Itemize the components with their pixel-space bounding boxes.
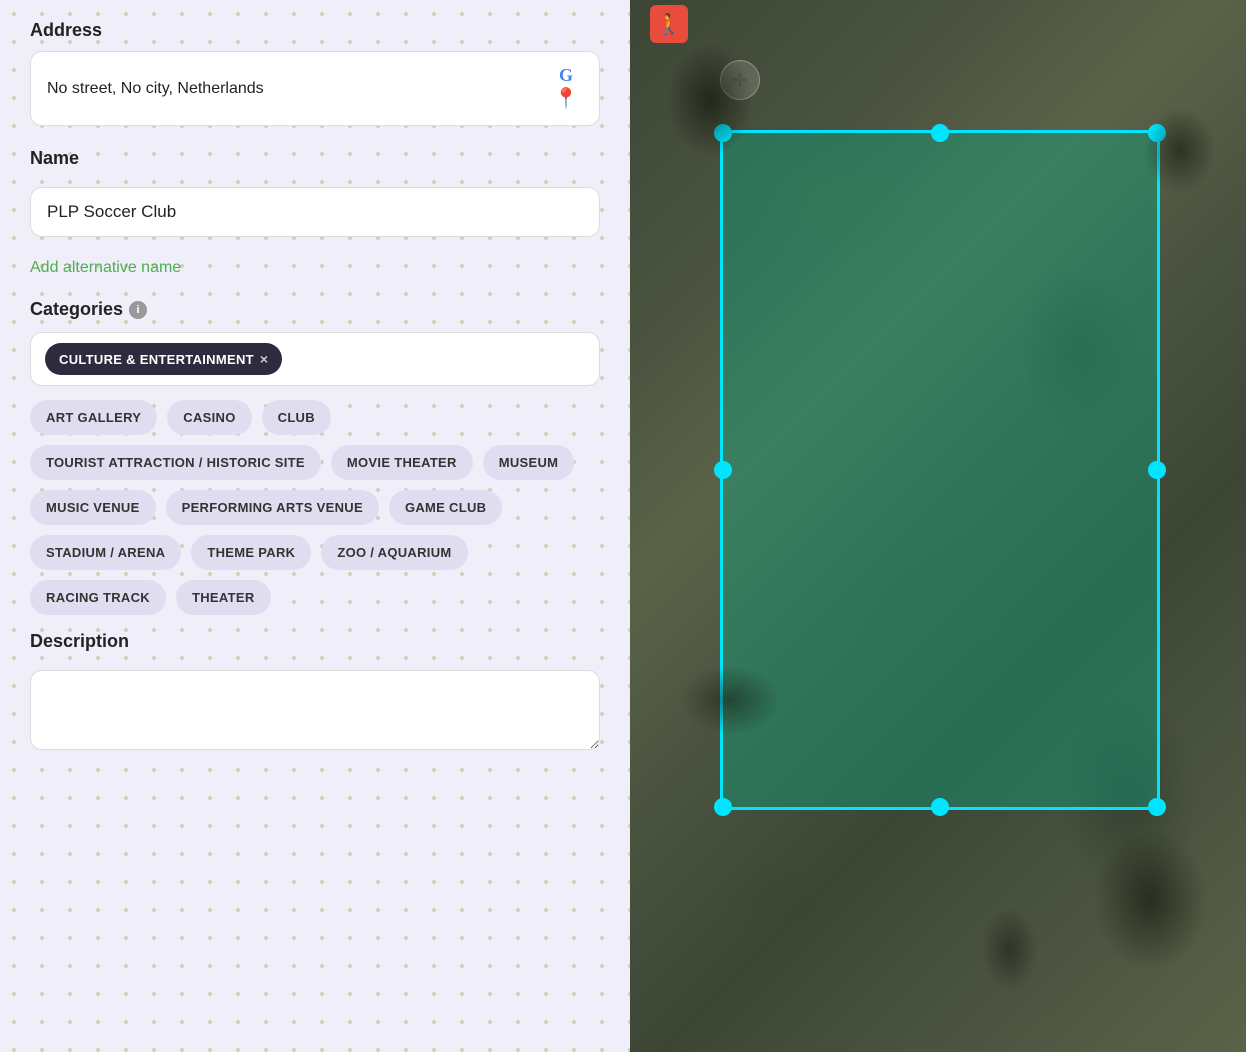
category-chips-container: ART GALLERY CASINO CLUB TOURIST ATTRACTION …	[30, 400, 600, 615]
handle-top-right[interactable]	[1148, 124, 1166, 142]
category-chip[interactable]: CLUB	[262, 400, 331, 435]
category-chip[interactable]: CASINO	[167, 400, 251, 435]
g-letter: G	[559, 65, 573, 86]
name-section: Name	[30, 148, 600, 237]
left-panel: Address No street, No city, Netherlands …	[0, 0, 630, 1052]
address-box: No street, No city, Netherlands G 📍	[30, 51, 600, 126]
field-fill	[723, 133, 1157, 807]
category-tag-close-icon[interactable]: ×	[260, 351, 268, 367]
category-chip[interactable]: THEATER	[176, 580, 271, 615]
add-alternative-name-link[interactable]: Add alternative name	[30, 259, 181, 277]
handle-top-mid[interactable]	[931, 124, 949, 142]
categories-info-icon[interactable]: i	[129, 301, 147, 319]
category-chip[interactable]: STADIUM / ARENA	[30, 535, 181, 570]
google-g-icon[interactable]: G	[549, 66, 583, 84]
description-textarea[interactable]	[30, 670, 600, 750]
address-value: No street, No city, Netherlands	[47, 80, 264, 98]
category-input-box[interactable]: CULTURE & ENTERTAINMENT ×	[30, 332, 600, 386]
move-icon[interactable]: ✛	[720, 60, 760, 100]
google-icons-group[interactable]: G 📍	[549, 66, 583, 111]
selected-category-tag[interactable]: CULTURE & ENTERTAINMENT ×	[45, 343, 282, 375]
name-input[interactable]	[30, 187, 600, 237]
description-section: Description	[30, 631, 600, 755]
field-outline[interactable]	[720, 130, 1160, 810]
category-chip[interactable]: RACING TRACK	[30, 580, 166, 615]
description-label: Description	[30, 631, 600, 652]
category-chip[interactable]: GAME CLUB	[389, 490, 502, 525]
category-chip[interactable]: TOURIST ATTRACTION / HISTORIC SITE	[30, 445, 321, 480]
category-chip[interactable]: MUSEUM	[483, 445, 575, 480]
categories-section: Categories i CULTURE & ENTERTAINMENT × A…	[30, 299, 600, 615]
category-chip[interactable]: THEME PARK	[191, 535, 311, 570]
category-chip[interactable]: ZOO / AQUARIUM	[321, 535, 467, 570]
handle-bot-mid[interactable]	[931, 798, 949, 816]
handle-mid-right[interactable]	[1148, 461, 1166, 479]
category-tag-label: CULTURE & ENTERTAINMENT	[59, 352, 254, 367]
map-pin-icon[interactable]: 📍	[554, 86, 579, 111]
map-background: 🚶 ✛	[630, 0, 1246, 1052]
handle-mid-left[interactable]	[714, 461, 732, 479]
name-label: Name	[30, 148, 600, 169]
category-chip[interactable]: ART GALLERY	[30, 400, 157, 435]
right-panel: 🚶 ✛	[630, 0, 1246, 1052]
category-chip[interactable]: MOVIE THEATER	[331, 445, 473, 480]
handle-bot-right[interactable]	[1148, 798, 1166, 816]
category-chip[interactable]: PERFORMING ARTS VENUE	[166, 490, 379, 525]
categories-header: Categories i	[30, 299, 600, 320]
address-label: Address	[30, 20, 600, 41]
handle-bot-left[interactable]	[714, 798, 732, 816]
category-chip[interactable]: MUSIC VENUE	[30, 490, 156, 525]
handle-top-left[interactable]	[714, 124, 732, 142]
person-icon[interactable]: 🚶	[650, 5, 688, 43]
categories-label: Categories	[30, 299, 123, 320]
